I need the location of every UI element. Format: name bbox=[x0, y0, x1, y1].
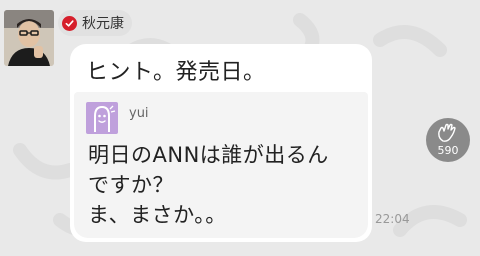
quoted-reply[interactable]: yui 明日のANNは誰が出るん ですか？ ま、まさか。。 bbox=[74, 92, 368, 238]
sender-avatar-photo bbox=[4, 10, 54, 66]
clap-count: 590 bbox=[437, 144, 459, 157]
sender-label[interactable]: 秋元康 bbox=[58, 10, 132, 36]
verified-check-icon bbox=[62, 15, 77, 31]
sender-name: 秋元康 bbox=[82, 16, 124, 32]
clap-reaction-button[interactable]: 590 bbox=[426, 118, 470, 162]
sender-avatar[interactable] bbox=[4, 10, 54, 66]
message-timestamp: 22:04 bbox=[375, 212, 410, 226]
reply-text: 明日のANNは誰が出るん ですか？ ま、まさか。。 bbox=[88, 143, 329, 227]
reply-avatar bbox=[86, 102, 118, 134]
reply-username: yui bbox=[129, 106, 149, 121]
ghost-icon bbox=[94, 105, 116, 132]
message-bubble[interactable]: ヒント。発売日。 yui 明日のANNは誰が出るん ですか？ ま、まさか。。 bbox=[70, 44, 372, 242]
message-text: ヒント。発売日。 bbox=[86, 60, 266, 85]
clap-icon bbox=[438, 123, 456, 142]
